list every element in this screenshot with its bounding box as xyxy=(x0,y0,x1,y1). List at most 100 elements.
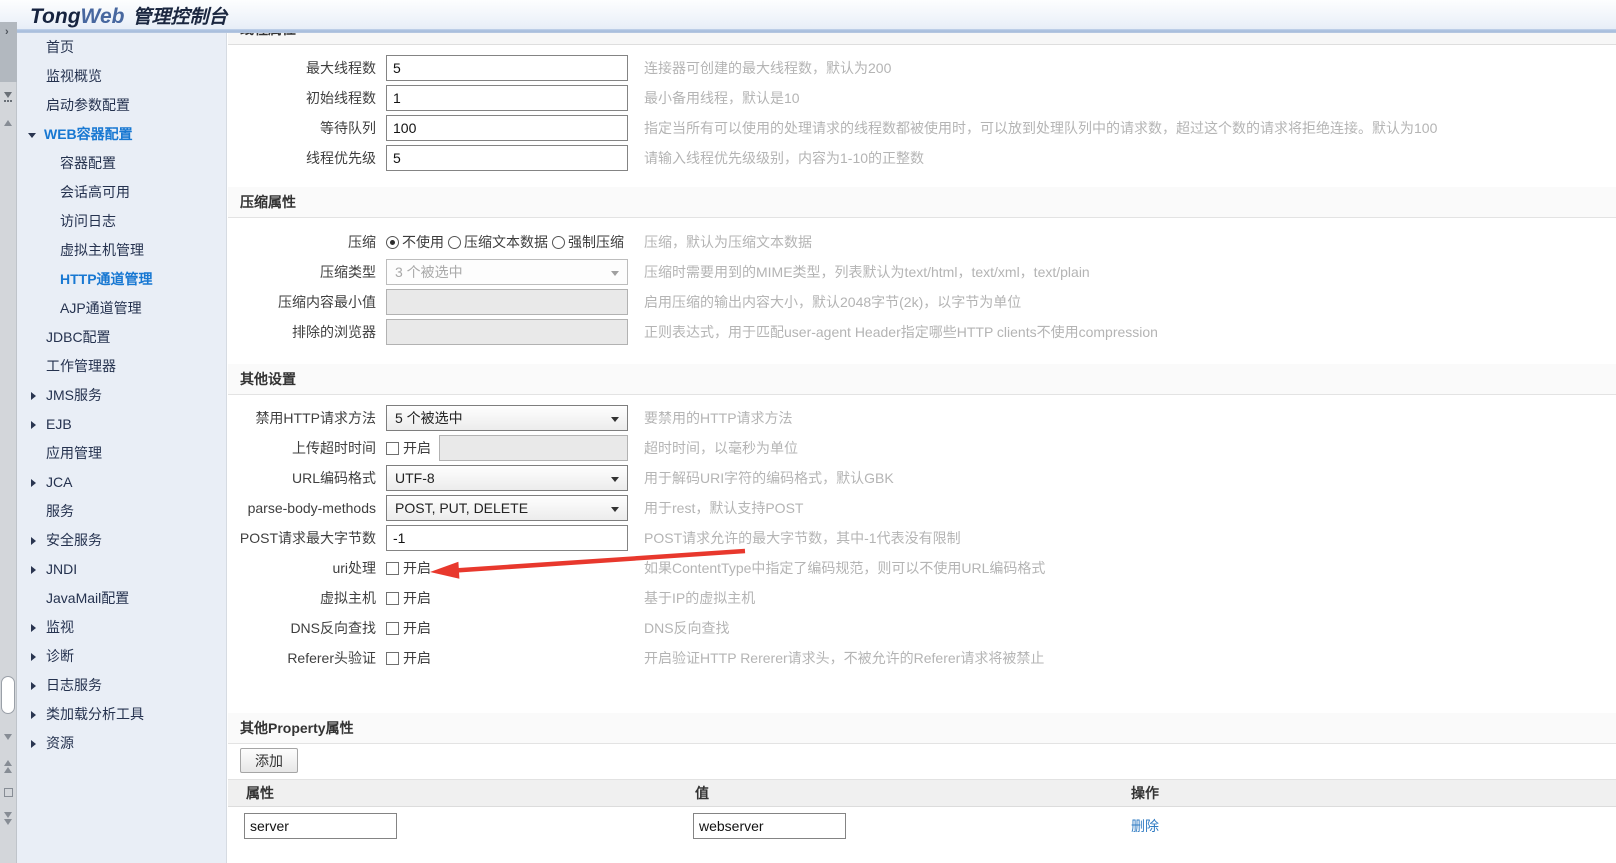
url-encoding-select[interactable]: UTF-8 xyxy=(386,465,628,491)
sidebar-item-classloader-tool[interactable]: 类加载分析工具 xyxy=(17,700,226,729)
delete-link[interactable]: 删除 xyxy=(1131,818,1159,834)
parse-body-methods-select[interactable]: POST, PUT, DELETE xyxy=(386,495,628,521)
sidebar-item-label: EJB xyxy=(46,410,72,439)
sidebar-item-startup-params[interactable]: 启动参数配置 xyxy=(17,91,226,120)
sidebar-item-log-service[interactable]: 日志服务 xyxy=(17,671,226,700)
sidebar-item-label: 容器配置 xyxy=(60,149,116,178)
add-property-button[interactable]: 添加 xyxy=(240,748,298,773)
compression-mode-option-1[interactable]: 压缩文本数据 xyxy=(448,232,548,252)
sidebar-item-monitor[interactable]: 监视 xyxy=(17,613,226,642)
sidebar-item-label: 类加载分析工具 xyxy=(46,700,144,729)
collapse-sidebar-icon[interactable]: › xyxy=(5,26,9,38)
disabled-http-methods-select-value: 5 个被选中 xyxy=(395,410,463,426)
field-label: Referer头验证 xyxy=(228,648,376,668)
checkbox-label: 开启 xyxy=(403,648,431,668)
field-label: DNS反向查找 xyxy=(228,618,376,638)
sidebar-item-web-container[interactable]: WEB容器配置 xyxy=(17,120,226,149)
sidebar-item-virtual-host-mgmt[interactable]: 虚拟主机管理 xyxy=(17,236,226,265)
logo-web: Web xyxy=(81,5,125,28)
url-encoding-select-value: UTF-8 xyxy=(395,470,435,486)
sidebar-item-work-manager[interactable]: 工作管理器 xyxy=(17,352,226,381)
page-down-icon[interactable] xyxy=(4,812,12,825)
wait-queue-input[interactable] xyxy=(386,115,628,141)
compression-types-select: 3 个被选中 xyxy=(386,259,628,285)
scroll-up-icon[interactable] xyxy=(4,120,12,126)
field-control: 开启 xyxy=(386,648,628,668)
property-value-input[interactable] xyxy=(693,813,846,839)
sidebar-item-label: JNDI xyxy=(46,555,77,584)
section-header-misc: 其他设置 xyxy=(228,364,1616,395)
section-header-compression: 压缩属性 xyxy=(228,187,1616,218)
post-max-bytes-input[interactable] xyxy=(386,525,628,551)
sidebar-item-resource[interactable]: 资源 xyxy=(17,729,226,758)
sidebar-item-label: JCA xyxy=(46,468,72,497)
field-control: 3 个被选中 xyxy=(386,259,628,285)
sidebar-item-monitor-overview[interactable]: 监视概览 xyxy=(17,62,226,91)
field-hint: 基于IP的虚拟主机 xyxy=(644,583,755,613)
sidebar-item-container-config[interactable]: 容器配置 xyxy=(17,149,226,178)
virtual-host-checkbox[interactable] xyxy=(386,592,399,605)
sidebar-item-jms-service[interactable]: JMS服务 xyxy=(17,381,226,410)
form-row-uri-handling: uri处理开启如果ContentType中指定了编码规范，则可以不使用URL编码… xyxy=(228,553,1616,583)
scroll-down-icon[interactable] xyxy=(4,734,12,740)
sidebar-item-jndi[interactable]: JNDI xyxy=(17,555,226,584)
sidebar-item-label: 日志服务 xyxy=(46,671,102,700)
sidebar-item-label: JMS服务 xyxy=(46,381,102,410)
checkbox-label: 开启 xyxy=(403,588,431,608)
referer-check-checkbox[interactable] xyxy=(386,652,399,665)
radio-label: 不使用 xyxy=(402,232,444,252)
table-column-header: 属性 xyxy=(228,780,677,807)
sidebar-item-service[interactable]: 服务 xyxy=(17,497,226,526)
disabled-http-methods-select[interactable]: 5 个被选中 xyxy=(386,405,628,431)
sidebar-item-label: JDBC配置 xyxy=(46,323,111,352)
sidebar-nav: 首页监视概览启动参数配置WEB容器配置容器配置会话高可用访问日志虚拟主机管理HT… xyxy=(17,33,226,758)
upload-timeout-checkbox[interactable] xyxy=(386,442,399,455)
init-threads-input[interactable] xyxy=(386,85,628,111)
sidebar-item-label: 安全服务 xyxy=(46,526,102,555)
sidebar-item-ejb[interactable]: EJB xyxy=(17,410,226,439)
sidebar-item-label: WEB容器配置 xyxy=(44,120,133,149)
radio-label: 压缩文本数据 xyxy=(464,232,548,252)
field-hint: 如果ContentType中指定了编码规范，则可以不使用URL编码格式 xyxy=(644,553,1045,583)
compression-mode-option-2[interactable]: 强制压缩 xyxy=(552,232,624,252)
property-attr-input[interactable] xyxy=(244,813,397,839)
radio-label: 强制压缩 xyxy=(568,232,624,252)
sidebar-item-ajp-channel-mgmt[interactable]: AJP通道管理 xyxy=(17,294,226,323)
app-logo: TongWeb管理控制台 xyxy=(30,2,228,29)
sidebar-item-jca[interactable]: JCA xyxy=(17,468,226,497)
sidebar-item-jdbc-config[interactable]: JDBC配置 xyxy=(17,323,226,352)
field-hint: 用于rest，默认支持POST xyxy=(644,493,803,523)
field-hint: 要禁用的HTTP请求方法 xyxy=(644,403,793,433)
form-row-compression-types: 压缩类型3 个被选中压缩时需要用到的MIME类型，列表默认为text/html，… xyxy=(228,257,1616,287)
expand-right-icon xyxy=(31,566,36,574)
sidebar-item-access-log[interactable]: 访问日志 xyxy=(17,207,226,236)
page-up-icon[interactable] xyxy=(4,760,12,773)
sidebar-item-security-service[interactable]: 安全服务 xyxy=(17,526,226,555)
uri-handling-checkbox[interactable] xyxy=(386,562,399,575)
stop-box-icon[interactable] xyxy=(4,788,13,797)
sidebar-item-diagnosis[interactable]: 诊断 xyxy=(17,642,226,671)
compression-mode-option-0[interactable]: 不使用 xyxy=(386,232,444,252)
sidebar-item-app-mgmt[interactable]: 应用管理 xyxy=(17,439,226,468)
chevron-down-icon xyxy=(611,507,619,512)
sidebar-item-http-channel-mgmt[interactable]: HTTP通道管理 xyxy=(17,265,226,294)
expand-right-icon xyxy=(31,624,36,632)
expand-right-icon xyxy=(31,479,36,487)
sidebar-item-label: 会话高可用 xyxy=(60,178,130,207)
sidebar-item-label: 首页 xyxy=(46,33,74,62)
property-value-cell xyxy=(677,807,1113,846)
sidebar: 首页监视概览启动参数配置WEB容器配置容器配置会话高可用访问日志虚拟主机管理HT… xyxy=(17,33,227,863)
field-control: 开启 xyxy=(386,618,628,638)
sidebar-item-session-ha[interactable]: 会话高可用 xyxy=(17,178,226,207)
dns-lookup-checkbox[interactable] xyxy=(386,622,399,635)
field-control: POST, PUT, DELETE xyxy=(386,495,628,521)
rail-scroll-thumb[interactable] xyxy=(1,676,15,714)
form-row-virtual-host: 虚拟主机开启基于IP的虚拟主机 xyxy=(228,583,1616,613)
sidebar-item-home[interactable]: 首页 xyxy=(17,33,226,62)
sidebar-item-label: JavaMail配置 xyxy=(46,584,129,613)
max-threads-input[interactable] xyxy=(386,55,628,81)
sidebar-item-javamail-config[interactable]: JavaMail配置 xyxy=(17,584,226,613)
thread-priority-input[interactable] xyxy=(386,145,628,171)
pin-panel-icon[interactable] xyxy=(4,92,12,102)
app-header: TongWeb管理控制台 xyxy=(0,0,1616,30)
